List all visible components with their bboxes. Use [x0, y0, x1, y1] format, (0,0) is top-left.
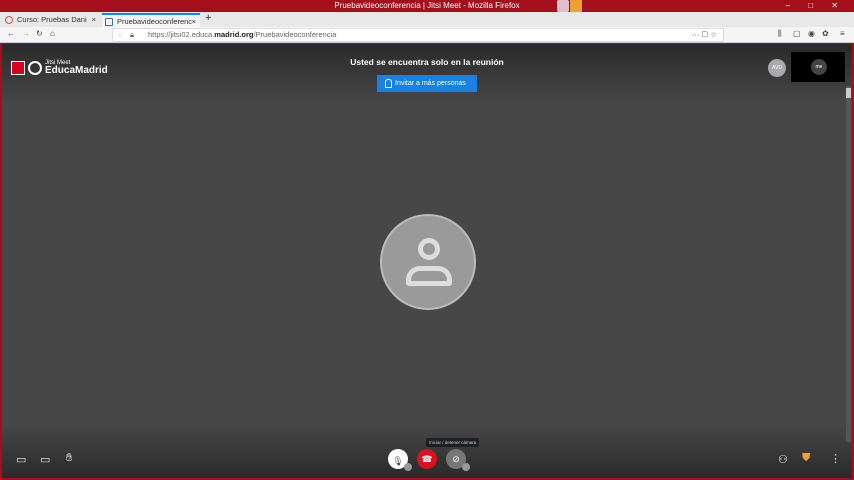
participant-avatar[interactable]: AVD [768, 59, 786, 77]
thumb-label: me [811, 59, 827, 75]
logo-big-text: EducaMadrid [45, 65, 108, 76]
tab-pruebavideoconferencia[interactable]: Pruebavideoconferenc × [102, 13, 200, 27]
url-domain: madrid.org [214, 30, 254, 39]
chat-icon[interactable]: ▭ [16, 453, 26, 466]
tab-curso[interactable]: Curso: Pruebas Dani × [2, 13, 100, 27]
scrollbar[interactable] [846, 86, 851, 442]
menu-icon[interactable]: ≡ [840, 29, 845, 38]
hangup-button[interactable]: ☎︎ [417, 449, 437, 469]
shield-icon[interactable]: ◌ [118, 29, 122, 41]
microphone-icon: 🎙︎ [392, 455, 404, 466]
close-tab-icon[interactable]: × [92, 13, 96, 27]
extensions-icon[interactable]: ✿ [822, 29, 829, 38]
page-actions-icons[interactable]: ⋯ ☐ ☆ [692, 29, 717, 41]
tab-label: Curso: Pruebas Dani [17, 15, 87, 24]
library-icon[interactable]: ⫼ [778, 29, 782, 39]
more-options-icon[interactable]: ⋮ [830, 452, 841, 465]
microphone-button[interactable]: 🎙︎ [388, 449, 412, 471]
nav-bar: ← → ↻ ⌂ ◌ 🔒︎ https://jitsi02.educa.madri… [0, 27, 854, 43]
security-shield-icon[interactable]: ⛊ [802, 452, 810, 465]
url-bar[interactable]: ◌ 🔒︎ https://jitsi02.educa.madrid.org/Pr… [112, 28, 724, 42]
account-icon[interactable]: ◉ [808, 29, 815, 38]
local-video-thumbnail[interactable]: me [791, 52, 845, 82]
raise-hand-icon[interactable]: ✋︎ [66, 452, 72, 465]
download-icon[interactable] [570, 0, 582, 12]
reload-icon[interactable]: ↻ [36, 29, 43, 38]
window-titlebar: Pruebavideoconferencia | Jitsi Meet - Mo… [0, 0, 854, 12]
window-title: Pruebavideoconferencia | Jitsi Meet - Mo… [334, 1, 520, 10]
large-avatar [380, 214, 476, 310]
url-path: /Pruebavideoconferencia [253, 30, 337, 39]
url-prefix: https://jitsi02.educa. [148, 30, 215, 39]
forward-icon[interactable]: → [22, 29, 30, 38]
hangup-icon: ☎︎ [421, 453, 433, 464]
camera-off-icon: ⊘ [452, 453, 460, 464]
invite-button[interactable]: Invitar a más personas [377, 75, 477, 92]
alone-message: Usted se encuentra solo en la reunión [350, 57, 504, 67]
new-tab-button[interactable]: + [205, 12, 211, 24]
participants-icon[interactable]: ⚇ [778, 453, 788, 466]
tab-label: Pruebavideoconferenc [117, 17, 193, 26]
tab-bar: Curso: Pruebas Dani × Pruebavideoconferen… [0, 12, 854, 27]
screen-share-icon[interactable]: ▭ [40, 453, 50, 466]
jitsi-icon [105, 18, 113, 26]
back-icon[interactable]: ← [7, 29, 15, 38]
camera-tooltip: Iniciar / detener cámara [426, 438, 480, 447]
home-icon[interactable]: ⌂ [50, 29, 55, 38]
invite-label: Invitar a más personas [395, 80, 466, 87]
add-person-icon [385, 79, 392, 88]
window-controls[interactable]: – □ ✕ [786, 0, 846, 12]
camera-button[interactable]: ⊘ [446, 449, 470, 471]
moodle-icon [5, 16, 13, 24]
sidebar-icon[interactable]: ▢ [793, 29, 801, 38]
lock-icon[interactable]: 🔒︎ [130, 29, 134, 41]
meeting-stage: Jitsi Meet EducaMadrid Usted se encuentra… [2, 44, 852, 478]
firefox-icon [557, 0, 569, 12]
